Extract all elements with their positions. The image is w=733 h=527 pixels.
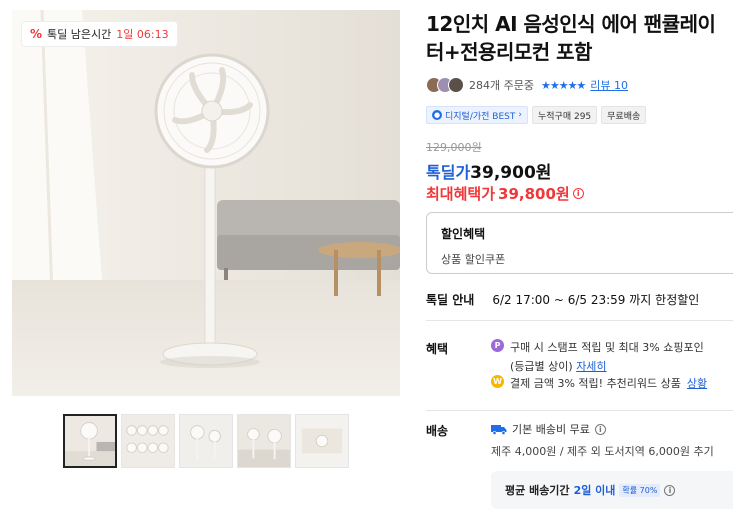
avatar bbox=[448, 77, 464, 93]
benefit-reward: W 결제 금액 3% 적립! 추천리워드 상품 상황 bbox=[491, 375, 707, 391]
divider bbox=[426, 410, 733, 411]
avg-delivery-probability: 확률 70% bbox=[619, 483, 661, 497]
shipping-label: 배송 bbox=[426, 424, 449, 438]
category-best-badge[interactable]: ● 디지털/가전 BEST › bbox=[426, 106, 528, 124]
order-count: 284개 주문중 bbox=[469, 79, 534, 92]
divider bbox=[426, 320, 733, 321]
avg-delivery-box: 평균 배송기간 2일 이내 확률 70% i bbox=[491, 471, 733, 509]
deal-price-value: 39,900원 bbox=[470, 163, 552, 183]
thumbnail-3[interactable] bbox=[179, 414, 233, 468]
thumbnail-1[interactable] bbox=[63, 414, 117, 468]
badge-row: ● 디지털/가전 BEST › 누적구매 295 무료배송 bbox=[426, 106, 647, 124]
details-link[interactable]: 자세히 bbox=[576, 360, 606, 373]
badge-label: 누적구매 295 bbox=[537, 111, 592, 122]
review-link[interactable]: 리뷰 10 bbox=[590, 77, 628, 93]
chevron-right-icon: › bbox=[518, 110, 522, 120]
reward-icon: W bbox=[491, 375, 504, 388]
star-rating-icon: ★★★★★ bbox=[540, 78, 586, 92]
max-benefit-price: 최대혜택가 39,800원 i bbox=[426, 183, 584, 204]
thumbnail-5[interactable] bbox=[295, 414, 349, 468]
shipping-fee: 기본 배송비 무료 i bbox=[491, 421, 606, 437]
benefits-label: 혜택 bbox=[426, 342, 449, 356]
deal-info-row: 톡딜 안내 6/2 17:00 ~ 6/5 23:59 까지 한정할인 bbox=[426, 291, 733, 308]
info-icon[interactable]: i bbox=[572, 188, 584, 199]
deal-info-label: 톡딜 안내 bbox=[426, 293, 475, 307]
thumbnail-4[interactable] bbox=[237, 414, 291, 468]
badge-label: 무료배송 bbox=[607, 111, 641, 122]
shipping-fee-text: 기본 배송비 무료 bbox=[512, 423, 590, 436]
category-badge-icon: ● bbox=[432, 110, 442, 120]
discount-benefit-box[interactable]: 할인혜택 상품 할인쿠폰 bbox=[426, 212, 733, 274]
deal-price-label: 톡딜가 bbox=[426, 163, 471, 182]
deal-info-value: 6/2 17:00 ~ 6/5 23:59 까지 한정할인 bbox=[492, 293, 700, 307]
avg-delivery-value: 2일 이내 bbox=[573, 484, 616, 497]
shipping-extra-fee: 제주 4,000원 / 제주 외 도서지역 6,000원 추기 bbox=[491, 445, 714, 458]
badge-label: 디지털/가전 BEST bbox=[445, 111, 516, 122]
thumbnail-2[interactable] bbox=[121, 414, 175, 468]
product-title: 12인치 AI 음성인식 에어 팬큘레이터+전용리모컨 포함 bbox=[426, 12, 716, 64]
point-icon: P bbox=[491, 339, 504, 352]
reward-link[interactable]: 상황 bbox=[687, 375, 707, 391]
percent-icon: % bbox=[30, 27, 43, 41]
max-price-label: 최대혜택가 bbox=[426, 185, 496, 203]
benefit-reward-text: 결제 금액 3% 적립! 추천리워드 상품 bbox=[510, 377, 681, 390]
buyer-avatars bbox=[426, 77, 464, 93]
discount-box-item: 상품 할인쿠폰 bbox=[441, 253, 506, 266]
discount-box-title: 할인혜택 bbox=[441, 227, 486, 241]
max-price-value: 39,800원 bbox=[498, 185, 570, 203]
deal-timer-badge: % 톡딜 남은시간 1일 06:13 bbox=[22, 22, 177, 46]
cumulative-purchase-badge: 누적구매 295 bbox=[531, 106, 598, 124]
deal-timer-time: 1일 06:13 bbox=[116, 28, 169, 41]
benefit-stamp-sub: (등급별 상이) bbox=[510, 360, 573, 373]
deal-price: 톡딜가39,900원 bbox=[426, 158, 551, 183]
thumbnail-strip bbox=[63, 414, 349, 468]
truck-icon bbox=[491, 424, 507, 435]
original-price: 129,000원 bbox=[426, 141, 482, 154]
info-icon[interactable]: i bbox=[594, 423, 606, 435]
main-product-image[interactable] bbox=[12, 10, 400, 396]
deal-timer-label: 톡딜 남은시간 bbox=[47, 28, 112, 41]
info-icon[interactable]: i bbox=[664, 484, 676, 496]
avg-delivery-label: 평균 배송기간 bbox=[505, 484, 570, 497]
benefit-stamp: P 구매 시 스탬프 적립 및 최대 3% 쇼핑포인 (등급별 상이) 자세히 bbox=[491, 339, 704, 374]
social-proof: 284개 주문중 ★★★★★ 리뷰 10 bbox=[426, 77, 628, 93]
benefit-stamp-text: 구매 시 스탬프 적립 및 최대 3% 쇼핑포인 bbox=[510, 341, 704, 354]
free-shipping-badge: 무료배송 bbox=[601, 106, 647, 124]
